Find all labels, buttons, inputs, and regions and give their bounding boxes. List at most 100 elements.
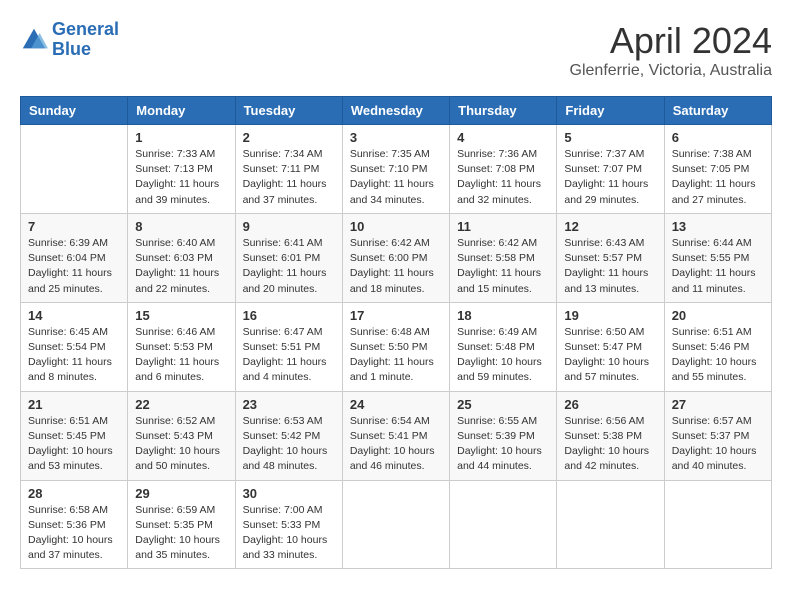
daylight-text: Daylight: 10 hours and 57 minutes.: [564, 355, 656, 385]
sunrise-text: Sunrise: 6:42 AM: [457, 236, 549, 251]
calendar-cell: 6 Sunrise: 7:38 AM Sunset: 7:05 PM Dayli…: [664, 125, 771, 214]
day-number: 13: [672, 219, 764, 234]
sunrise-text: Sunrise: 7:34 AM: [243, 147, 335, 162]
calendar-cell: [664, 480, 771, 569]
sunrise-text: Sunrise: 6:59 AM: [135, 503, 227, 518]
daylight-text: Daylight: 10 hours and 46 minutes.: [350, 444, 442, 474]
sunset-text: Sunset: 5:51 PM: [243, 340, 335, 355]
calendar-header-sunday: Sunday: [21, 97, 128, 125]
calendar-cell: 7 Sunrise: 6:39 AM Sunset: 6:04 PM Dayli…: [21, 213, 128, 302]
day-number: 24: [350, 397, 442, 412]
sunrise-text: Sunrise: 6:57 AM: [672, 414, 764, 429]
page: General Blue April 2024 Glenferrie, Vict…: [0, 0, 792, 589]
calendar-cell: 11 Sunrise: 6:42 AM Sunset: 5:58 PM Dayl…: [450, 213, 557, 302]
day-info: Sunrise: 6:51 AM Sunset: 5:45 PM Dayligh…: [28, 414, 120, 475]
daylight-text: Daylight: 11 hours and 18 minutes.: [350, 266, 442, 296]
calendar-header-row: SundayMondayTuesdayWednesdayThursdayFrid…: [21, 97, 772, 125]
sunset-text: Sunset: 5:35 PM: [135, 518, 227, 533]
day-number: 18: [457, 308, 549, 323]
daylight-text: Daylight: 10 hours and 50 minutes.: [135, 444, 227, 474]
calendar-cell: [450, 480, 557, 569]
calendar-cell: 2 Sunrise: 7:34 AM Sunset: 7:11 PM Dayli…: [235, 125, 342, 214]
daylight-text: Daylight: 11 hours and 11 minutes.: [672, 266, 764, 296]
sunrise-text: Sunrise: 6:51 AM: [672, 325, 764, 340]
sunrise-text: Sunrise: 7:38 AM: [672, 147, 764, 162]
logo-text: General Blue: [52, 20, 119, 60]
day-number: 23: [243, 397, 335, 412]
day-number: 15: [135, 308, 227, 323]
day-number: 25: [457, 397, 549, 412]
calendar-cell: 25 Sunrise: 6:55 AM Sunset: 5:39 PM Dayl…: [450, 391, 557, 480]
sunrise-text: Sunrise: 6:58 AM: [28, 503, 120, 518]
day-info: Sunrise: 6:42 AM Sunset: 6:00 PM Dayligh…: [350, 236, 442, 297]
sunset-text: Sunset: 5:55 PM: [672, 251, 764, 266]
sunset-text: Sunset: 5:50 PM: [350, 340, 442, 355]
daylight-text: Daylight: 10 hours and 53 minutes.: [28, 444, 120, 474]
day-number: 22: [135, 397, 227, 412]
calendar-cell: 21 Sunrise: 6:51 AM Sunset: 5:45 PM Dayl…: [21, 391, 128, 480]
calendar-week-row: 28 Sunrise: 6:58 AM Sunset: 5:36 PM Dayl…: [21, 480, 772, 569]
calendar-cell: 19 Sunrise: 6:50 AM Sunset: 5:47 PM Dayl…: [557, 302, 664, 391]
day-info: Sunrise: 6:41 AM Sunset: 6:01 PM Dayligh…: [243, 236, 335, 297]
sunrise-text: Sunrise: 7:33 AM: [135, 147, 227, 162]
calendar-cell: 22 Sunrise: 6:52 AM Sunset: 5:43 PM Dayl…: [128, 391, 235, 480]
header: General Blue April 2024 Glenferrie, Vict…: [20, 20, 772, 80]
daylight-text: Daylight: 11 hours and 4 minutes.: [243, 355, 335, 385]
calendar-header-thursday: Thursday: [450, 97, 557, 125]
calendar-cell: 27 Sunrise: 6:57 AM Sunset: 5:37 PM Dayl…: [664, 391, 771, 480]
sunrise-text: Sunrise: 6:39 AM: [28, 236, 120, 251]
calendar-header-saturday: Saturday: [664, 97, 771, 125]
calendar-cell: 29 Sunrise: 6:59 AM Sunset: 5:35 PM Dayl…: [128, 480, 235, 569]
calendar-cell: 12 Sunrise: 6:43 AM Sunset: 5:57 PM Dayl…: [557, 213, 664, 302]
calendar-cell: 30 Sunrise: 7:00 AM Sunset: 5:33 PM Dayl…: [235, 480, 342, 569]
calendar-header-monday: Monday: [128, 97, 235, 125]
day-number: 26: [564, 397, 656, 412]
day-info: Sunrise: 6:57 AM Sunset: 5:37 PM Dayligh…: [672, 414, 764, 475]
sunrise-text: Sunrise: 6:41 AM: [243, 236, 335, 251]
day-info: Sunrise: 6:46 AM Sunset: 5:53 PM Dayligh…: [135, 325, 227, 386]
day-info: Sunrise: 6:50 AM Sunset: 5:47 PM Dayligh…: [564, 325, 656, 386]
logo: General Blue: [20, 20, 119, 60]
sunset-text: Sunset: 7:10 PM: [350, 162, 442, 177]
logo-line2: Blue: [52, 39, 91, 59]
calendar-cell: 26 Sunrise: 6:56 AM Sunset: 5:38 PM Dayl…: [557, 391, 664, 480]
sunset-text: Sunset: 5:58 PM: [457, 251, 549, 266]
sunset-text: Sunset: 7:13 PM: [135, 162, 227, 177]
sunrise-text: Sunrise: 6:49 AM: [457, 325, 549, 340]
calendar-header-wednesday: Wednesday: [342, 97, 449, 125]
sunrise-text: Sunrise: 6:46 AM: [135, 325, 227, 340]
day-info: Sunrise: 6:56 AM Sunset: 5:38 PM Dayligh…: [564, 414, 656, 475]
daylight-text: Daylight: 10 hours and 37 minutes.: [28, 533, 120, 563]
daylight-text: Daylight: 11 hours and 6 minutes.: [135, 355, 227, 385]
sunset-text: Sunset: 5:48 PM: [457, 340, 549, 355]
sunrise-text: Sunrise: 6:42 AM: [350, 236, 442, 251]
calendar-cell: 20 Sunrise: 6:51 AM Sunset: 5:46 PM Dayl…: [664, 302, 771, 391]
sunset-text: Sunset: 5:43 PM: [135, 429, 227, 444]
day-info: Sunrise: 7:34 AM Sunset: 7:11 PM Dayligh…: [243, 147, 335, 208]
day-number: 30: [243, 486, 335, 501]
sunset-text: Sunset: 5:53 PM: [135, 340, 227, 355]
sunset-text: Sunset: 5:37 PM: [672, 429, 764, 444]
calendar-cell: [557, 480, 664, 569]
calendar-week-row: 1 Sunrise: 7:33 AM Sunset: 7:13 PM Dayli…: [21, 125, 772, 214]
day-number: 2: [243, 130, 335, 145]
day-info: Sunrise: 6:39 AM Sunset: 6:04 PM Dayligh…: [28, 236, 120, 297]
daylight-text: Daylight: 10 hours and 55 minutes.: [672, 355, 764, 385]
day-info: Sunrise: 6:59 AM Sunset: 5:35 PM Dayligh…: [135, 503, 227, 564]
day-info: Sunrise: 6:42 AM Sunset: 5:58 PM Dayligh…: [457, 236, 549, 297]
sunrise-text: Sunrise: 6:56 AM: [564, 414, 656, 429]
sunrise-text: Sunrise: 6:55 AM: [457, 414, 549, 429]
day-info: Sunrise: 7:37 AM Sunset: 7:07 PM Dayligh…: [564, 147, 656, 208]
calendar-cell: 9 Sunrise: 6:41 AM Sunset: 6:01 PM Dayli…: [235, 213, 342, 302]
day-info: Sunrise: 6:44 AM Sunset: 5:55 PM Dayligh…: [672, 236, 764, 297]
sunrise-text: Sunrise: 6:48 AM: [350, 325, 442, 340]
sunset-text: Sunset: 5:47 PM: [564, 340, 656, 355]
day-info: Sunrise: 7:38 AM Sunset: 7:05 PM Dayligh…: [672, 147, 764, 208]
sunrise-text: Sunrise: 6:45 AM: [28, 325, 120, 340]
sunset-text: Sunset: 6:00 PM: [350, 251, 442, 266]
daylight-text: Daylight: 11 hours and 1 minute.: [350, 355, 442, 385]
day-number: 27: [672, 397, 764, 412]
sunrise-text: Sunrise: 7:00 AM: [243, 503, 335, 518]
day-info: Sunrise: 6:55 AM Sunset: 5:39 PM Dayligh…: [457, 414, 549, 475]
daylight-text: Daylight: 11 hours and 25 minutes.: [28, 266, 120, 296]
